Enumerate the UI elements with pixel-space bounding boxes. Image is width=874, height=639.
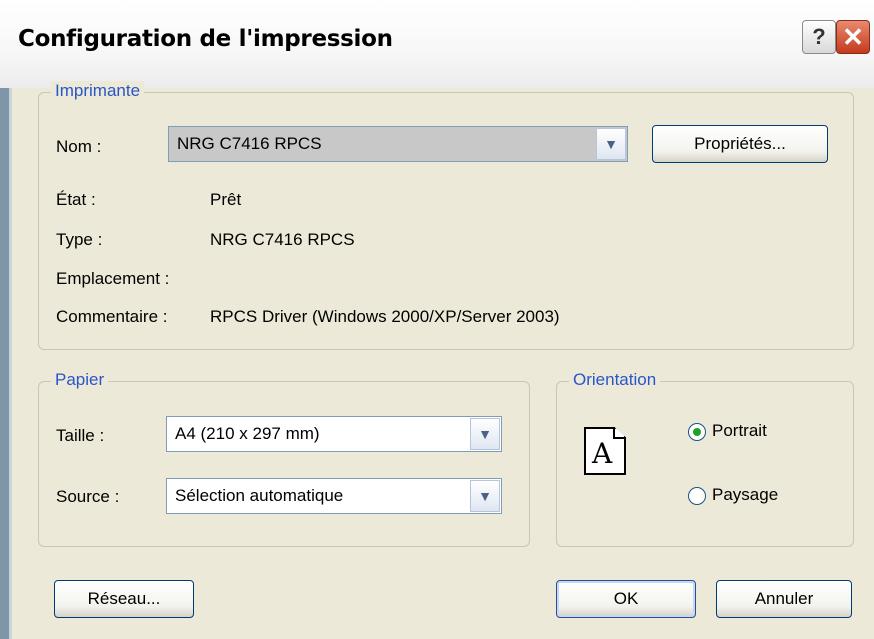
- help-icon: ?: [812, 24, 826, 49]
- landscape-label[interactable]: Paysage: [712, 485, 778, 505]
- close-icon: ✕: [842, 21, 864, 52]
- portrait-label[interactable]: Portrait: [712, 421, 767, 441]
- paper-size-value: A4 (210 x 297 mm): [175, 424, 320, 443]
- status-value: Prêt: [210, 190, 242, 209]
- comment-value: RPCS Driver (Windows 2000/XP/Server 2003…: [210, 307, 560, 326]
- status-label: État :: [56, 190, 96, 209]
- close-button[interactable]: ✕: [836, 20, 870, 54]
- paper-size-label: Taille :: [56, 426, 105, 445]
- paper-source-value: Sélection automatique: [175, 486, 344, 505]
- page-fold-icon: [613, 427, 626, 439]
- paper-source-label: Source :: [56, 487, 120, 506]
- printer-name-value: NRG C7416 RPCS: [177, 134, 322, 153]
- window-left-border-highlight: [9, 0, 12, 639]
- paper-size-select[interactable]: A4 (210 x 297 mm) ▼: [166, 416, 502, 452]
- title-bar[interactable]: Configuration de l'impression ? ✕: [0, 0, 874, 88]
- location-label: Emplacement :: [56, 269, 170, 288]
- page-letter-icon: A: [592, 437, 613, 470]
- chevron-down-icon[interactable]: ▼: [596, 128, 626, 160]
- portrait-radio[interactable]: [688, 423, 706, 441]
- properties-button[interactable]: Propriétés...: [652, 125, 828, 163]
- landscape-radio[interactable]: [688, 487, 706, 505]
- printer-name-label: Nom :: [56, 137, 102, 156]
- chevron-down-icon[interactable]: ▼: [470, 418, 500, 450]
- comment-label: Commentaire :: [56, 307, 168, 326]
- chevron-down-icon[interactable]: ▼: [470, 480, 500, 512]
- printer-name-select[interactable]: NRG C7416 RPCS ▼: [168, 126, 628, 162]
- window-title: Configuration de l'impression: [18, 26, 393, 52]
- network-button[interactable]: Réseau...: [54, 580, 194, 618]
- printer-legend: Imprimante: [51, 81, 145, 101]
- ok-button[interactable]: OK: [556, 580, 696, 618]
- orientation-legend: Orientation: [569, 370, 661, 390]
- paper-source-select[interactable]: Sélection automatique ▼: [166, 478, 502, 514]
- cancel-button[interactable]: Annuler: [716, 580, 852, 618]
- paper-legend: Papier: [51, 370, 109, 390]
- type-value: NRG C7416 RPCS: [210, 230, 355, 249]
- help-button[interactable]: ?: [802, 20, 836, 54]
- window-left-border: [0, 0, 9, 639]
- paper-group: Papier: [38, 370, 530, 547]
- type-label: Type :: [56, 230, 103, 249]
